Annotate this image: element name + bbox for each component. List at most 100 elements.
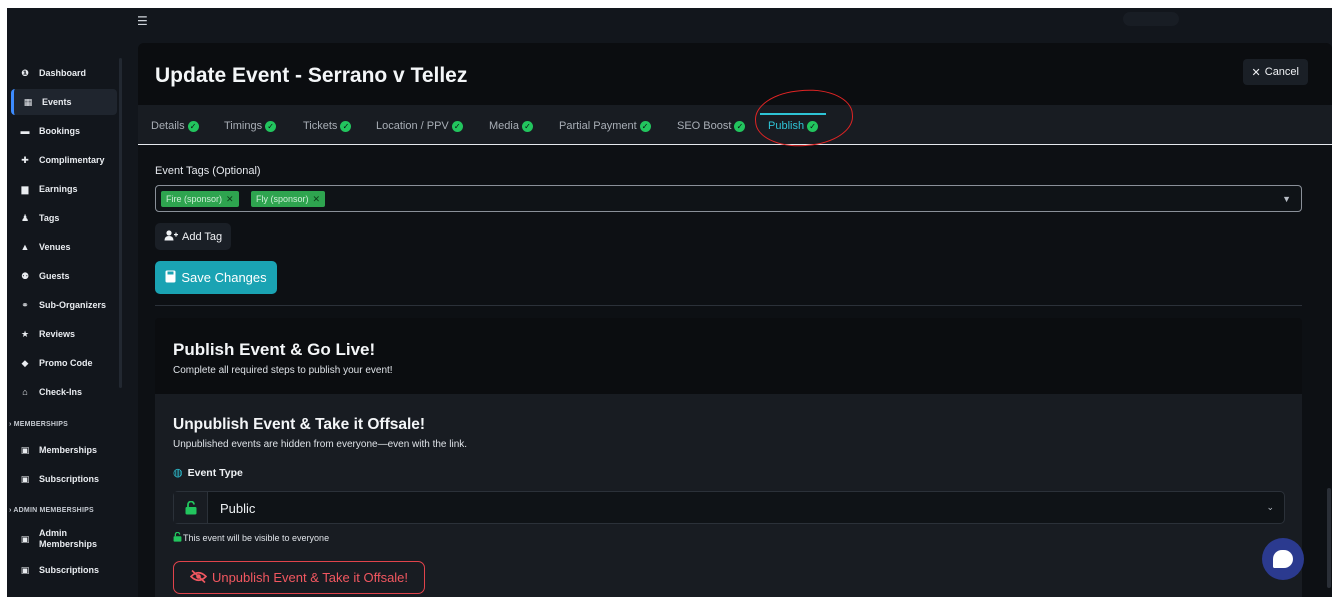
publish-subtitle: Complete all required steps to publish y…	[173, 365, 393, 376]
id-card-icon: ▣	[20, 533, 30, 544]
sidebar-scrollbar[interactable]	[119, 58, 122, 388]
card-header: Update Event - Serrano v Tellez ✕ Cancel	[138, 43, 1332, 105]
sidebar-item-subscriptions[interactable]: ▣ Subscriptions	[11, 466, 117, 492]
sub-organizers-icon: ⚭	[21, 299, 29, 310]
chip-label: Fly (sponsor)	[256, 194, 309, 204]
tab-label: Media	[489, 120, 519, 132]
sidebar-item-label: Check-Ins	[39, 387, 83, 397]
visibility-note: This event will be visible to everyone	[173, 531, 330, 544]
sidebar-item-events[interactable]: ▦ Events	[11, 89, 117, 115]
venue-icon: ▲	[20, 242, 30, 252]
tab-location-ppv[interactable]: Location / PPV ✓	[376, 120, 463, 132]
info-icon: ❶	[21, 67, 29, 78]
sidebar-item-label: Tags	[39, 213, 60, 223]
event-type-label: ◍ Event Type	[173, 466, 243, 480]
sidebar-item-label: Memberships	[39, 445, 98, 455]
unpublish-subtitle: Unpublished events are hidden from every…	[173, 439, 468, 450]
check-circle-icon: ✓	[639, 120, 651, 132]
sidebar-item-label: Promo Code	[39, 358, 93, 368]
update-event-card: Update Event - Serrano v Tellez ✕ Cancel…	[138, 43, 1332, 597]
check-circle-icon: ✓	[451, 120, 463, 132]
tab-label: Location / PPV	[376, 120, 449, 132]
page-title: Update Event - Serrano v Tellez	[155, 64, 468, 87]
sidebar-item-admin-subscriptions[interactable]: ▣ Subscriptions	[11, 557, 117, 583]
tab-label: Partial Payment	[559, 120, 637, 132]
sidebar-item-label: Guests	[39, 271, 70, 281]
chat-widget-button[interactable]	[1262, 538, 1304, 580]
check-circle-icon: ✓	[187, 120, 199, 132]
sidebar-item-complimentary[interactable]: ✚ Complimentary	[11, 147, 117, 173]
sidebar-item-check-ins[interactable]: ⌂ Check-Ins	[11, 379, 117, 405]
label-line-1: Admin	[39, 528, 67, 538]
sidebar-item-promo-code[interactable]: ◆ Promo Code	[11, 350, 117, 376]
page-scrollbar[interactable]	[1327, 488, 1331, 588]
tab-tickets[interactable]: Tickets ✓	[303, 120, 352, 132]
sidebar-item-venues[interactable]: ▲ Venues	[11, 234, 117, 260]
save-label: Save Changes	[181, 270, 267, 285]
tab-seo-boost[interactable]: SEO Boost ✓	[677, 120, 746, 132]
unpublish-title: Unpublish Event & Take it Offsale!	[173, 416, 426, 433]
event-type-text: Event Type	[187, 466, 243, 479]
sidebar-item-reviews[interactable]: ★ Reviews	[11, 321, 117, 347]
sidebar-item-label: Earnings	[39, 184, 78, 194]
publish-title: Publish Event & Go Live!	[173, 340, 376, 359]
sidebar-item-tags[interactable]: ♟ Tags	[11, 205, 117, 231]
tag-chip: Fire (sponsor) ✕	[161, 191, 239, 207]
section-label: ADMIN MEMBERSHIPS	[13, 507, 94, 514]
calendar-icon: ▦	[23, 96, 33, 107]
id-card-icon: ▣	[20, 473, 30, 484]
chat-icon	[1273, 550, 1293, 568]
visibility-note-text: This event will be visible to everyone	[183, 533, 330, 543]
id-card-icon: ▣	[20, 444, 30, 455]
cancel-button[interactable]: ✕ Cancel	[1242, 59, 1308, 85]
sidebar-item-admin-memberships[interactable]: ▣ Admin Memberships	[11, 524, 117, 554]
add-tag-label: Add Tag	[182, 230, 223, 243]
save-changes-button[interactable]: Save Changes	[155, 261, 277, 294]
sidebar-item-label: Bookings	[39, 126, 81, 136]
cancel-label: Cancel	[1264, 66, 1299, 78]
tab-label: SEO Boost	[677, 120, 732, 132]
section-divider	[155, 305, 1302, 306]
section-memberships[interactable]: › MEMBERSHIPS	[9, 421, 68, 428]
add-tag-button[interactable]: Add Tag	[155, 223, 232, 250]
event-type-value: Public	[220, 501, 256, 516]
section-admin-memberships[interactable]: › ADMIN MEMBERSHIPS	[9, 507, 94, 514]
label-line-2: Memberships	[39, 539, 98, 549]
sidebar-item-label: Reviews	[39, 329, 76, 339]
tab-media[interactable]: Media ✓	[489, 120, 533, 132]
remove-chip-icon[interactable]: ✕	[313, 194, 321, 205]
hamburger-icon[interactable]: ☰	[137, 14, 148, 28]
sidebar-item-bookings[interactable]: ▬ Bookings	[11, 118, 117, 144]
tab-timings[interactable]: Timings ✓	[224, 120, 277, 132]
event-tags-select[interactable]: Fire (sponsor) ✕ Fly (sponsor) ✕ ▼	[155, 185, 1302, 212]
id-card-icon: ▣	[20, 564, 30, 575]
sidebar-item-guests[interactable]: ⚉ Guests	[11, 263, 117, 289]
top-bar: ☰	[7, 8, 1332, 34]
unpublish-panel: Unpublish Event & Take it Offsale! Unpub…	[155, 394, 1302, 597]
sidebar-item-earnings[interactable]: ▆ Earnings	[11, 176, 117, 202]
user-plus-icon	[164, 229, 178, 244]
check-circle-icon: ✓	[265, 120, 277, 132]
chevron-down-icon: ⌄	[1266, 502, 1274, 512]
sidebar-item-sub-organizers[interactable]: ⚭ Sub-Organizers	[11, 292, 117, 318]
globe-icon: ◍	[173, 467, 183, 479]
eye-slash-icon	[189, 569, 208, 586]
publish-panel: Publish Event & Go Live! Complete all re…	[155, 318, 1302, 394]
unpublish-button[interactable]: Unpublish Event & Take it Offsale!	[173, 561, 425, 594]
sidebar-item-dashboard[interactable]: ❶ Dashboard	[11, 60, 117, 86]
star-icon: ★	[20, 328, 30, 339]
unpublish-label: Unpublish Event & Take it Offsale!	[211, 570, 409, 585]
ticket-icon: ▬	[20, 126, 30, 136]
sidebar-item-memberships[interactable]: ▣ Memberships	[11, 437, 117, 463]
step-tabs: Details ✓ Timings ✓ Tickets ✓ Location / PP…	[138, 105, 1332, 145]
remove-chip-icon[interactable]: ✕	[226, 194, 234, 205]
sidebar-item-label: Admin Memberships	[39, 528, 97, 550]
top-profile-placeholder[interactable]	[1123, 12, 1179, 26]
unlock-icon	[173, 531, 182, 544]
dropdown-caret-icon[interactable]: ▼	[1282, 194, 1291, 204]
tab-partial-payment[interactable]: Partial Payment ✓	[559, 120, 651, 132]
check-circle-icon: ✓	[734, 120, 746, 132]
sidebar-item-label: Venues	[39, 242, 71, 252]
tab-details[interactable]: Details ✓	[151, 120, 199, 132]
event-type-select[interactable]: Public ⌄	[173, 491, 1285, 524]
